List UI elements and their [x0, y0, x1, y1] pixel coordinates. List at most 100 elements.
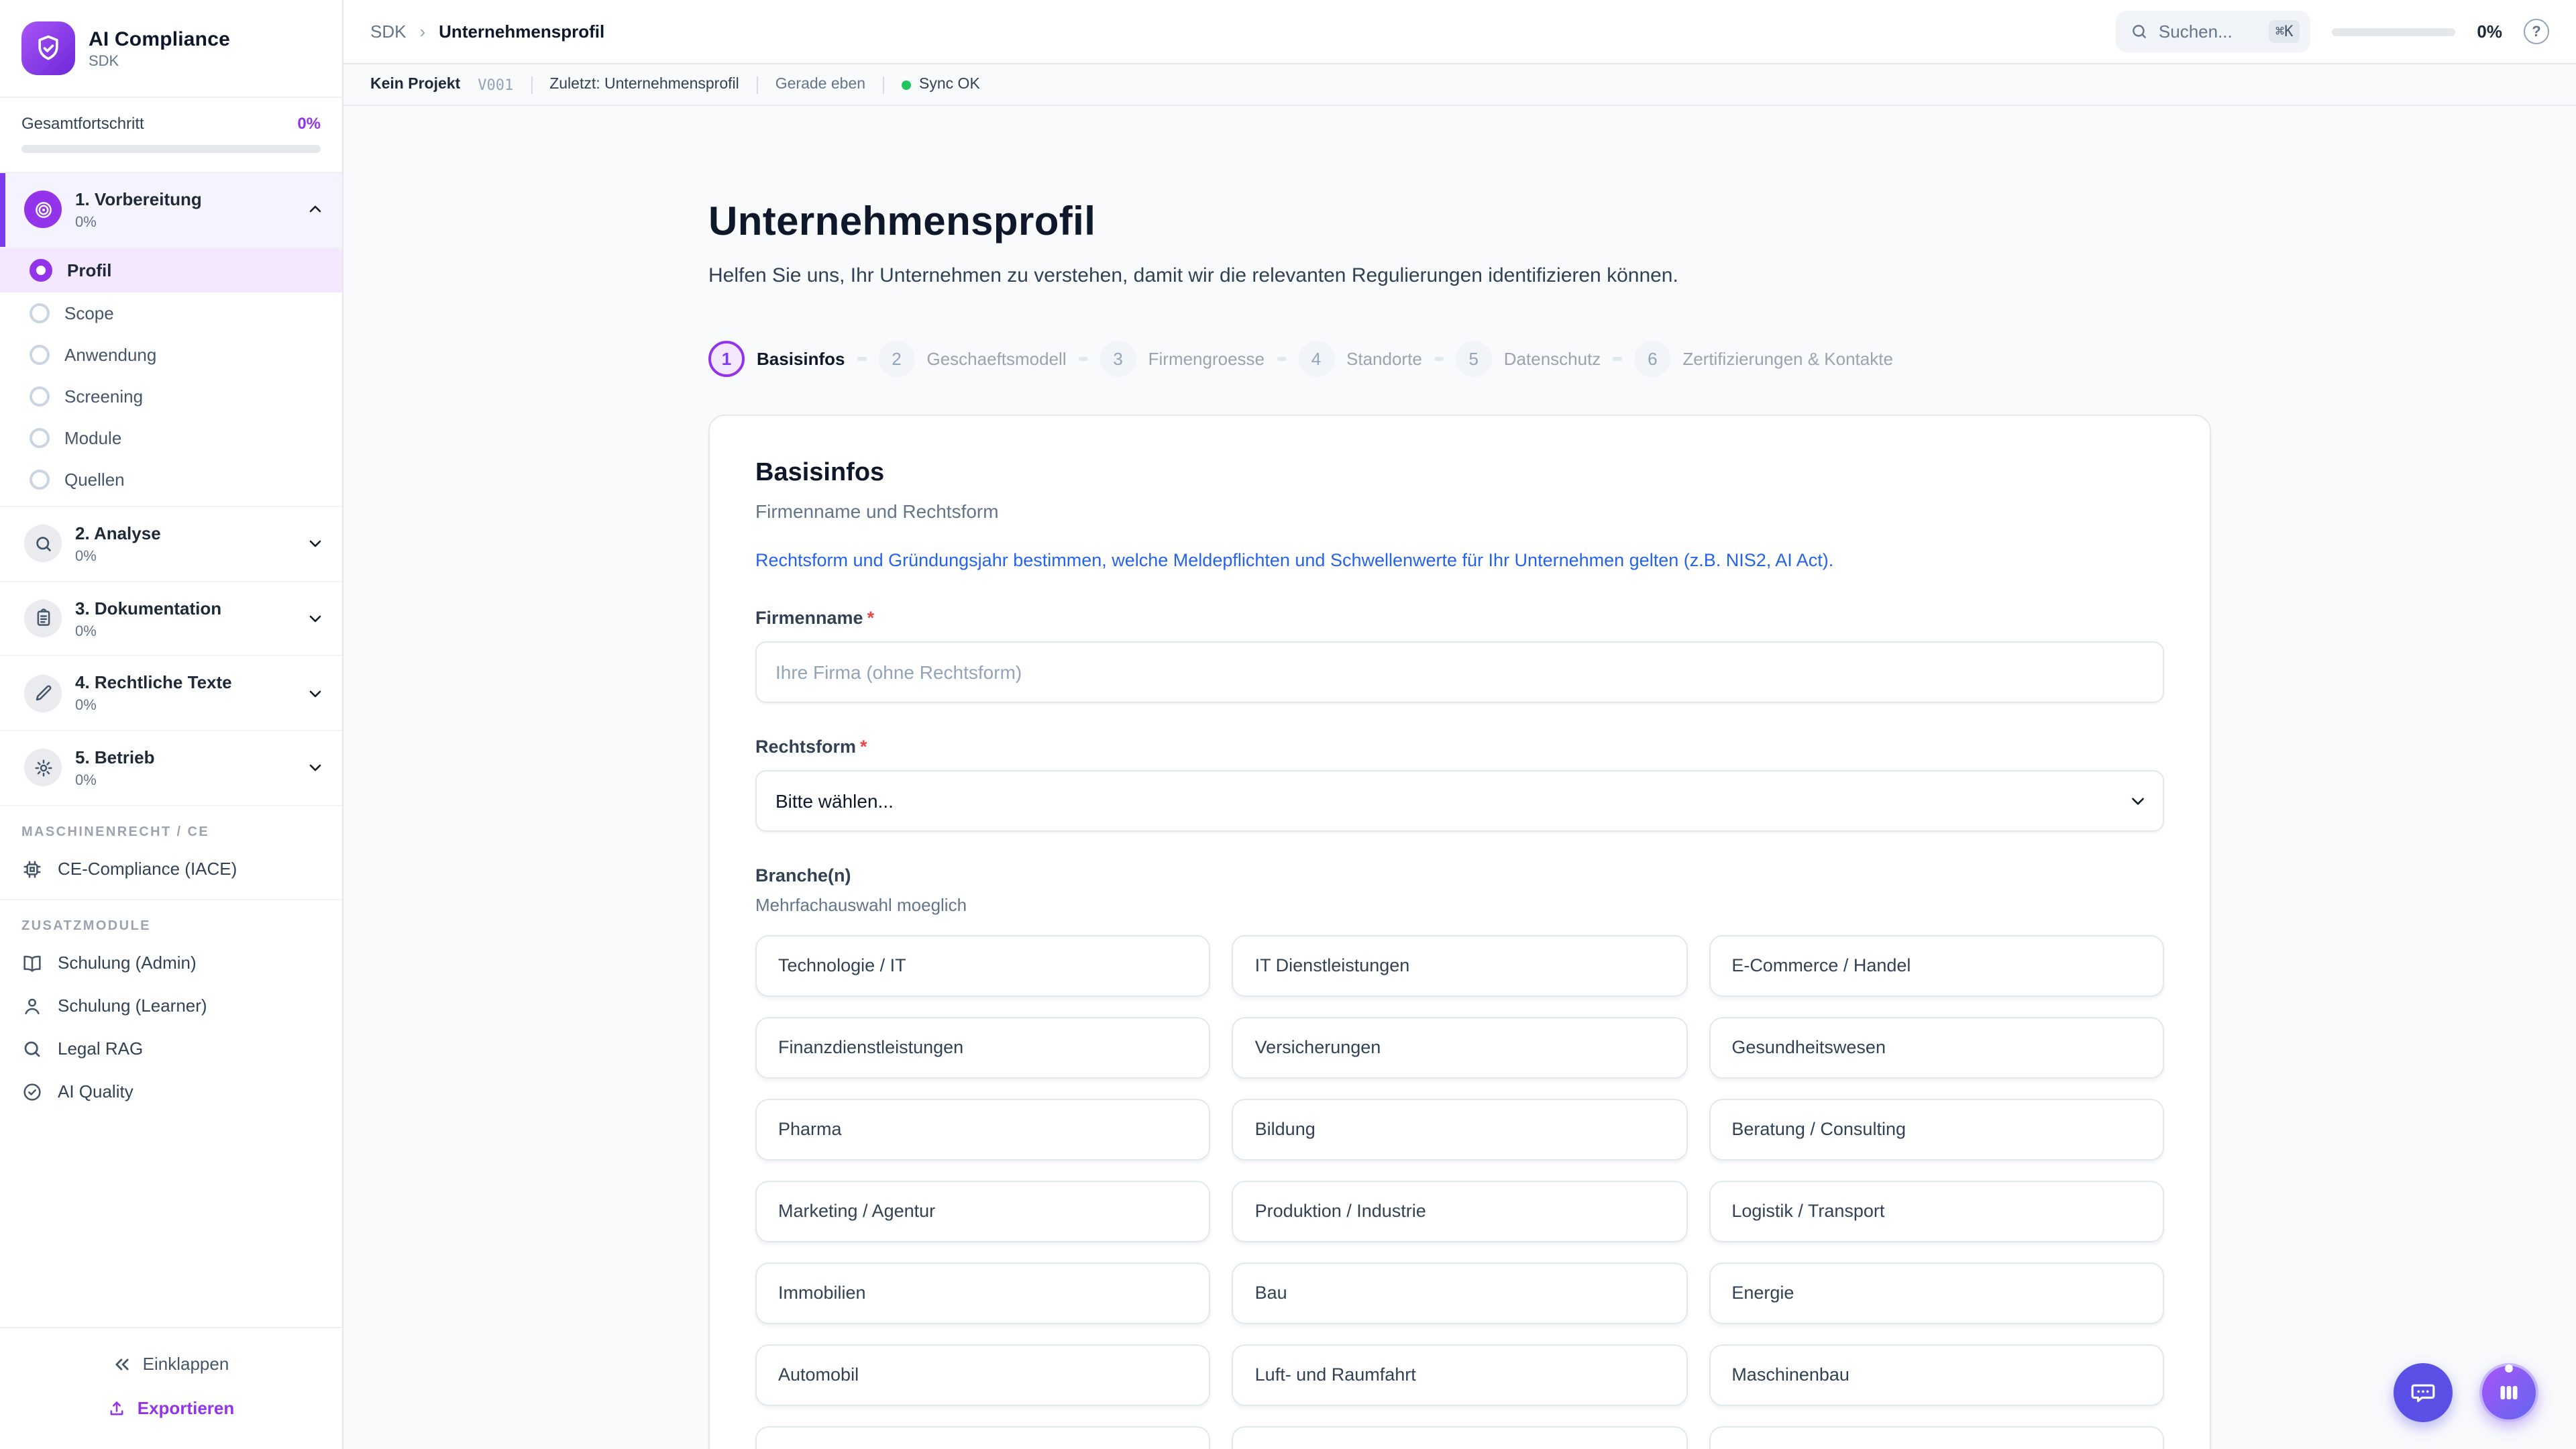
brand-header: AI Compliance SDK: [0, 0, 342, 98]
wizard-step-4[interactable]: 4Standorte: [1298, 341, 1422, 377]
industry-button-marketing-agentur[interactable]: Marketing / Agentur: [755, 1180, 1211, 1242]
chevron-down-icon: [307, 760, 323, 776]
required-asterisk: *: [860, 736, 867, 756]
sidebar-item-anwendung[interactable]: Anwendung: [0, 334, 342, 376]
industry-button-bildung[interactable]: Bildung: [1232, 1098, 1688, 1160]
breadcrumb-current: Unternehmensprofil: [439, 21, 604, 42]
search-icon: [21, 1038, 43, 1060]
radio-icon: [30, 470, 50, 490]
page-title: Unternehmensprofil: [708, 200, 2211, 246]
industry-button-gesundheitswesen[interactable]: Gesundheitswesen: [1709, 1016, 2164, 1078]
person-icon: [21, 996, 43, 1017]
step-separator: [857, 357, 867, 361]
app-root: AI Compliance SDK Gesamtfortschritt 0% 1…: [0, 0, 2576, 1449]
sidebar-item-screening[interactable]: Screening: [0, 376, 342, 417]
book-icon: [21, 953, 43, 974]
brand-name: AI Compliance: [89, 28, 230, 50]
industry-button-energie[interactable]: Energie: [1709, 1262, 2164, 1324]
wizard-step-2[interactable]: 2Geschaeftsmodell: [879, 341, 1067, 377]
breadcrumb-root[interactable]: SDK: [370, 21, 406, 42]
collapse-sidebar-button[interactable]: Einklappen: [0, 1342, 342, 1386]
industry-button-partial[interactable]: [755, 1426, 1211, 1449]
floating-buttons: [2394, 1363, 2538, 1422]
wizard-step-6[interactable]: 6Zertifizierungen & Kontakte: [1634, 341, 1893, 377]
industry-button-it-dienstleistungen[interactable]: IT Dienstleistungen: [1232, 934, 1688, 996]
radio-icon: [30, 386, 50, 407]
sidebar-item-module[interactable]: Module: [0, 417, 342, 459]
step-separator: [1277, 357, 1286, 361]
search-shortcut-badge: ⌘K: [2269, 20, 2300, 43]
chip-icon: [21, 859, 43, 880]
wizard-step-5[interactable]: 5Datenschutz: [1456, 341, 1601, 377]
check-circle-icon: [21, 1081, 43, 1103]
sidebar-item-schulung-admin-[interactable]: Schulung (Admin): [0, 942, 342, 985]
industry-button-immobilien[interactable]: Immobilien: [755, 1262, 1211, 1324]
chat-fab-button[interactable]: [2394, 1363, 2453, 1422]
sync-ok-dot-icon: [902, 80, 911, 89]
sidebar-item-legal-rag[interactable]: Legal RAG: [0, 1028, 342, 1071]
industry-button-partial[interactable]: [1709, 1426, 2164, 1449]
sidebar-item-ce-compliance-iace-[interactable]: CE-Compliance (IACE): [0, 848, 342, 891]
chevron-down-icon: [307, 535, 323, 551]
search-icon: [2131, 23, 2148, 40]
search-input[interactable]: Suchen... ⌘K: [2116, 11, 2311, 52]
gear-icon: [24, 749, 62, 787]
last-visited: Zuletzt: Unternehmensprofil: [549, 76, 739, 93]
sidebar-item-scope[interactable]: Scope: [0, 292, 342, 334]
industry-button-beratung-consulting[interactable]: Beratung / Consulting: [1709, 1098, 2164, 1160]
sidebar: AI Compliance SDK Gesamtfortschritt 0% 1…: [0, 0, 343, 1449]
wizard-step-1[interactable]: 1Basisinfos: [708, 341, 845, 377]
radio-icon: [30, 345, 50, 365]
chevron-down-icon: [307, 610, 323, 627]
industry-button-maschinenbau[interactable]: Maschinenbau: [1709, 1344, 2164, 1405]
overall-progress: Gesamtfortschritt 0%: [0, 98, 342, 173]
topbar-progress-value: 0%: [2477, 21, 2502, 42]
wizard-step-3[interactable]: 3Firmengroesse: [1100, 341, 1265, 377]
status-bar: Kein Projekt V001 Zuletzt: Unternehmensp…: [343, 64, 2576, 106]
industry-button-partial[interactable]: [1232, 1426, 1688, 1449]
overall-progress-label: Gesamtfortschritt: [21, 114, 144, 133]
page-subtitle: Helfen Sie uns, Ihr Unternehmen zu verst…: [708, 264, 2211, 287]
industry-button-pharma[interactable]: Pharma: [755, 1098, 1211, 1160]
group-header: MASCHINENRECHT / CE: [0, 806, 342, 848]
industry-grid: Technologie / IT IT Dienstleistungen E-Com…: [755, 934, 2164, 1449]
firmenname-input[interactable]: [755, 641, 2164, 702]
rechtsform-select[interactable]: Bitte wählen...: [755, 769, 2164, 831]
sidebar-item-schulung-learner-[interactable]: Schulung (Learner): [0, 985, 342, 1028]
last-saved-time: Gerade eben: [775, 76, 865, 93]
radio-icon: [30, 428, 50, 448]
sidebar-item-profil[interactable]: Profil: [0, 248, 342, 292]
sidebar-item-ai-quality[interactable]: AI Quality: [0, 1071, 342, 1114]
magnifier-icon: [24, 525, 62, 562]
page-content: Unternehmensprofil Helfen Sie uns, Ihr U…: [343, 106, 2576, 1449]
group-header: ZUSATZMODULE: [0, 900, 342, 942]
chat-bubble-icon: [2410, 1379, 2436, 1406]
target-icon: [24, 191, 62, 229]
sidebar-section-2-analyse[interactable]: 2. Analyse0%: [0, 507, 342, 582]
industry-button-bau[interactable]: Bau: [1232, 1262, 1688, 1324]
industry-button-technologie-it[interactable]: Technologie / IT: [755, 934, 1211, 996]
sidebar-section-3-dokumentation[interactable]: 3. Dokumentation0%: [0, 582, 342, 657]
shield-check-logo-icon: [21, 21, 75, 75]
columns-icon: [2496, 1379, 2522, 1406]
sidebar-section-5-betrieb[interactable]: 5. Betrieb0%: [0, 731, 342, 806]
industry-button-e-commerce-handel[interactable]: E-Commerce / Handel: [1709, 934, 2164, 996]
sidebar-item-quellen[interactable]: Quellen: [0, 459, 342, 500]
industry-button-produktion-industrie[interactable]: Produktion / Industrie: [1232, 1180, 1688, 1242]
version-badge: V001: [478, 76, 513, 93]
industry-button-logistik-transport[interactable]: Logistik / Transport: [1709, 1180, 2164, 1242]
notification-dot-icon: [2505, 1364, 2513, 1373]
help-icon[interactable]: ?: [2524, 19, 2549, 44]
sidebar-section-1-vorbereitung[interactable]: 1. Vorbereitung0%: [0, 173, 342, 248]
industry-button-automobil[interactable]: Automobil: [755, 1344, 1211, 1405]
project-name: Kein Projekt: [370, 76, 460, 93]
topbar-progress-track: [2332, 28, 2455, 36]
panel-toggle-fab-button[interactable]: [2479, 1363, 2538, 1422]
industry-button-versicherungen[interactable]: Versicherungen: [1232, 1016, 1688, 1078]
overall-progress-track: [21, 145, 321, 153]
industry-button-luft-und-raumfahrt[interactable]: Luft- und Raumfahrt: [1232, 1344, 1688, 1405]
export-button[interactable]: Exportieren: [0, 1386, 342, 1430]
main-area: SDK › Unternehmensprofil Suchen... ⌘K 0%…: [343, 0, 2576, 1449]
industry-button-finanzdienstleistungen[interactable]: Finanzdienstleistungen: [755, 1016, 1211, 1078]
sidebar-section-4-rechtliche-texte[interactable]: 4. Rechtliche Texte0%: [0, 657, 342, 732]
